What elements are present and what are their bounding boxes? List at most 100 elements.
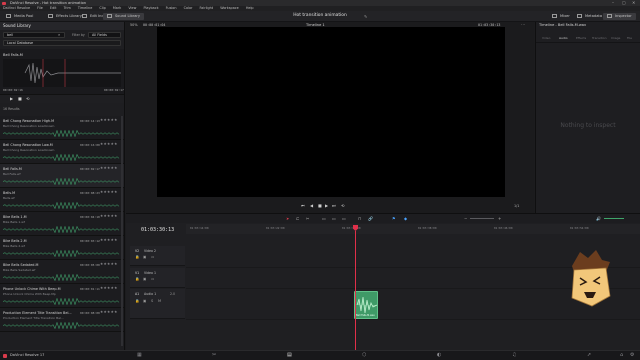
mixer-button[interactable]: Mixer — [548, 13, 574, 20]
auto-select-icon[interactable]: ▣ — [143, 299, 146, 303]
link-icon[interactable]: 🔗 — [368, 216, 373, 221]
skip-end-icon[interactable]: ⏭ — [332, 203, 336, 208]
sound-waveform[interactable] — [3, 274, 121, 281]
sound-list-item[interactable]: Bell Chong Resonation High.M Bell Chong R… — [0, 116, 124, 140]
menu-item[interactable]: Edit — [50, 6, 57, 10]
sound-list-item[interactable]: Bell Falls.M Bell Falls.wf 00:00:02:17 ★★★★… — [0, 164, 124, 188]
database-select[interactable]: Local Database — [3, 40, 121, 46]
skip-start-icon[interactable]: ⏮ — [301, 203, 305, 208]
tab-effects[interactable]: Effects — [576, 36, 586, 40]
auto-select-icon[interactable]: ▣ — [143, 277, 146, 281]
menu-item[interactable]: DaVinci Resolve — [3, 6, 30, 10]
viewer-options-icon[interactable]: ⋯ — [521, 22, 525, 27]
zoom-level[interactable]: 50% — [130, 23, 138, 27]
menu-item[interactable]: Fairlight — [200, 6, 214, 10]
sound-library-button[interactable]: Sound Library — [103, 13, 145, 20]
sound-list-item[interactable]: Bike Bells 2.M Bike Bells 2.wf 00:00:03:12… — [0, 236, 124, 260]
sound-waveform[interactable] — [3, 226, 121, 233]
sound-list-item[interactable]: Phone Unlock Chime With Beep.M Phone Unlo… — [0, 284, 124, 308]
preview-waveform[interactable] — [3, 59, 121, 87]
timeline-ruler[interactable]: 01:03:14:00 01:03:22:00 01:03:30:00 01:03:3… — [186, 224, 640, 234]
zoom-out-icon[interactable]: − — [464, 216, 467, 221]
menu-item[interactable]: Trim — [64, 6, 71, 10]
tab-video[interactable]: Video — [542, 36, 550, 40]
sound-list-item[interactable]: Bike Bells 1.M Bike Bells 1.wf 00:00:04:10… — [0, 212, 124, 236]
menu-item[interactable]: Fusion — [166, 6, 177, 10]
edit-pencil-icon[interactable]: ✎ — [364, 14, 367, 19]
sound-list-item[interactable]: Bells.M Bells.wf 00:00:08:23 ★★★★★ — [0, 188, 124, 212]
viewer-screen[interactable] — [157, 27, 505, 197]
rating-stars[interactable]: ★★★★★ — [100, 286, 118, 290]
zoom-in-icon[interactable]: + — [498, 216, 501, 221]
sound-waveform[interactable] — [3, 130, 121, 137]
sound-waveform[interactable] — [3, 250, 121, 257]
rating-stars[interactable]: ★★★★★ — [100, 310, 118, 314]
metadata-button[interactable]: Metadata — [573, 13, 606, 20]
edit-page-icon[interactable]: ▤ — [287, 352, 292, 358]
filter-select[interactable]: All Fields — [88, 32, 121, 38]
rating-stars[interactable]: ★★★★★ — [100, 166, 118, 170]
mute-icon[interactable]: M — [158, 299, 161, 303]
sound-waveform[interactable] — [3, 154, 121, 161]
sound-list-item[interactable]: Production Element Title Transition Bel.… — [0, 308, 124, 332]
search-icon[interactable]: ⌕ — [58, 32, 60, 37]
sound-list-item[interactable]: Bike Bells Sedated.M Bike Bells Sedated.w… — [0, 260, 124, 284]
lock-icon[interactable]: 🔒 — [135, 299, 139, 303]
menu-item[interactable]: Playback — [143, 6, 158, 10]
play-icon[interactable]: ▶ — [325, 203, 328, 208]
menu-item[interactable]: Color — [184, 6, 193, 10]
home-icon[interactable]: ⌂ — [620, 352, 623, 358]
viewer-scale[interactable]: 1/1 — [514, 204, 519, 208]
color-page-icon[interactable]: ◐ — [437, 352, 441, 358]
search-input[interactable]: bell — [3, 32, 65, 38]
sound-waveform[interactable] — [3, 298, 121, 305]
rating-stars[interactable]: ★★★★★ — [100, 190, 118, 194]
fairlight-page-icon[interactable]: ♫ — [512, 352, 516, 358]
lock-icon[interactable]: 🔒 — [135, 277, 139, 281]
media-pool-button[interactable]: Media Pool — [2, 13, 37, 20]
sound-waveform[interactable] — [3, 178, 121, 185]
menu-item[interactable]: Help — [246, 6, 254, 10]
overwrite-clip-icon[interactable]: ▭ — [332, 216, 336, 221]
rewind-icon[interactable]: ◀ — [310, 203, 313, 208]
rating-stars[interactable]: ★★★★★ — [100, 238, 118, 242]
rating-stars[interactable]: ★★★★★ — [100, 142, 118, 146]
deliver-page-icon[interactable]: ➚ — [587, 352, 591, 358]
blade-tool-icon[interactable]: ✂ — [306, 216, 309, 221]
volume-slider[interactable] — [604, 218, 624, 219]
solo-icon[interactable]: S — [151, 299, 153, 303]
selection-tool-icon[interactable]: ➤ — [286, 216, 289, 221]
menu-item[interactable]: Workspace — [220, 6, 239, 10]
menu-item[interactable]: Clip — [99, 6, 105, 10]
rating-stars[interactable]: ★★★★★ — [100, 214, 118, 218]
menu-item[interactable]: File — [37, 6, 43, 10]
fusion-page-icon[interactable]: ⬡ — [362, 352, 366, 358]
auto-select-icon[interactable]: ▣ — [143, 255, 146, 259]
tab-file[interactable]: File — [627, 36, 632, 40]
zoom-slider[interactable] — [470, 218, 494, 219]
snapping-icon[interactable]: ⊓ — [358, 216, 361, 221]
loop-icon[interactable]: ⟲ — [341, 203, 344, 208]
sound-list-item[interactable]: Bell Chong Resonation Low.M Bell Chong Re… — [0, 140, 124, 164]
insert-clip-icon[interactable]: ▭ — [322, 216, 326, 221]
cut-page-icon[interactable]: ✂ — [212, 352, 216, 358]
sound-waveform[interactable] — [3, 202, 121, 209]
track-visibility-icon[interactable]: ▭ — [151, 255, 154, 259]
volume-icon[interactable]: 🔊 — [596, 216, 601, 221]
trim-tool-icon[interactable]: ⊏ — [296, 216, 299, 221]
flag-icon[interactable]: ⚑ — [392, 216, 396, 221]
media-page-icon[interactable]: ▦ — [137, 352, 142, 358]
track-visibility-icon[interactable]: ▭ — [151, 277, 154, 281]
inspector-button[interactable]: Inspector — [603, 13, 636, 20]
stop-icon[interactable]: ■ — [318, 203, 322, 208]
timeline-timecode[interactable]: 01:03:30:13 — [141, 227, 174, 233]
lock-icon[interactable]: 🔒 — [135, 255, 139, 259]
audio-clip[interactable]: Bell Falls.M.wav — [354, 291, 378, 319]
sound-waveform[interactable] — [3, 322, 121, 329]
tab-transition[interactable]: Transition — [592, 36, 607, 40]
settings-icon[interactable]: ⚙ — [630, 352, 634, 358]
rating-stars[interactable]: ★★★★★ — [100, 262, 118, 266]
loop-icon[interactable]: ⟲ — [26, 96, 29, 101]
marker-icon[interactable]: ◆ — [404, 216, 407, 221]
menu-item[interactable]: Mark — [113, 6, 121, 10]
